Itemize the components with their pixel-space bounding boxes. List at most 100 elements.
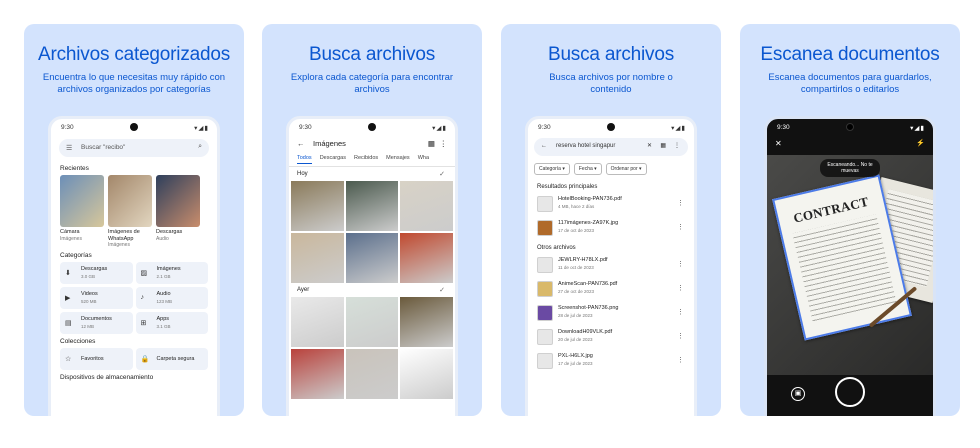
image-thumbnail[interactable] [345,233,399,283]
image-thumbnail[interactable] [291,297,344,347]
storage-heading: Dispositivos de almacenamiento [60,374,154,381]
file-row[interactable]: AnimeScan-PAN736.pdf 27 de oct de 2023 ⋮ [528,277,694,301]
category-video[interactable]: ▶ Videos 520 MB [60,287,133,309]
file-row[interactable]: JEWLRY-H78LX.pdf 11 de oct de 2023 ⋮ [528,253,694,277]
file-name: AnimeScan-PAN736.pdf [558,281,618,287]
card-subtitle: Encuentra lo que necesitas muy rápido co… [42,72,226,95]
category-image[interactable]: ▨ Imágenes 2.1 GB [135,262,208,284]
collection-star[interactable]: ☆ Favoritos [60,348,133,370]
signal-icon: ▾◢▮ [671,125,686,132]
category-apps[interactable]: ⊞ Apps 3.1 GB [135,312,208,334]
image-thumbnail[interactable] [345,349,399,399]
scanner-toolbar: ✕ ⚡ [767,135,933,155]
tab-1[interactable]: Descargas [320,155,346,164]
category-name: Apps [156,316,170,322]
clear-icon[interactable]: ✕ [647,142,652,149]
recent-folder[interactable]: Descargas Audio [156,175,200,248]
flash-off-icon[interactable]: ⚡ [916,139,925,147]
tab-0[interactable]: Todos [297,155,312,164]
filter-tabs: Todos Descargas Recibidos Mensajes Wha [289,153,455,167]
camera-hole [846,123,854,131]
tab-4[interactable]: Wha [418,155,429,164]
select-all-icon[interactable]: ✓ [439,170,445,178]
image-thumbnail[interactable] [400,233,453,283]
video-icon: ▶ [65,295,71,302]
card-title: Archivos categorizados [37,44,231,65]
recent-folder[interactable]: Cámara Imágenes [60,175,104,248]
group-label: Ayer [297,287,310,293]
more-icon[interactable]: ⋮ [674,142,680,149]
card-subtitle: Busca archivos por nombre o contenido [549,72,673,95]
file-row[interactable]: 117imágenes-ZA97K.jpg 17 de oct de 2023 ⋮ [528,216,694,240]
filter-chip[interactable]: Ordenar por ▾ [605,163,647,175]
folder-label: Imágenes de WhatsApp [108,229,140,242]
file-thumbnail [537,196,553,212]
recents-list: Cámara Imágenes Imágenes de WhatsApp Imágen… [51,175,217,248]
image-thumbnail[interactable] [400,297,453,347]
categories-grid: ⬇ Descargas 3.0 GB ▨ Imágenes 2.1 GB ▶ Videos 52… [51,262,217,334]
file-row[interactable]: Screenshot-PAN736.png 28 de jul de 2023 ⋮ [528,301,694,325]
signal-icon: ▾◢▮ [194,125,209,132]
filter-chip[interactable]: Categoría ▾ [534,163,570,175]
category-size: 2.1 GB [156,274,171,279]
image-thumbnail[interactable] [400,181,453,231]
grid-view-icon[interactable]: ▦ [660,142,666,149]
more-icon[interactable]: ⋮ [677,199,684,207]
grid-view-icon[interactable]: ▦ [428,139,435,148]
more-icon[interactable]: ⋮ [677,284,684,292]
more-icon[interactable]: ⋮ [677,332,684,340]
search-icon[interactable]: ⌕ [198,143,202,151]
gallery-icon[interactable]: ▣ [791,387,805,401]
image-thumbnail[interactable] [291,233,344,283]
shutter-button[interactable] [835,377,865,407]
folder-type: Imágenes [60,235,82,242]
image-thumbnail[interactable] [345,297,399,347]
app-bar: ← Imágenes ▦ ⋮ [289,135,455,153]
file-name: HotelBooking-PAN736.pdf [558,196,622,202]
card-title: Escanea documentos [760,44,940,65]
recent-folder[interactable]: Imágenes de WhatsApp Imágenes [108,175,152,248]
select-all-icon[interactable]: ✓ [439,286,445,294]
file-thumbnail [537,305,553,321]
file-thumbnail [537,281,553,297]
category-name: Audio [156,291,171,297]
file-meta: 20 de jul de 2023 [558,337,593,342]
file-row[interactable]: PXL-H6LX.jpg 17 de jul de 2023 ⋮ [528,349,694,373]
image-thumbnail[interactable] [291,349,344,399]
image-grid-yesterday [289,297,455,399]
menu-icon[interactable]: ☰ [66,144,72,152]
filter-chip[interactable]: Fecha ▾ [573,163,602,175]
file-row[interactable]: HotelBooking-PAN736.pdf 4 MB, hace 2 días… [528,192,694,216]
file-row[interactable]: DownloadH09VLK.pdf 20 de jul de 2023 ⋮ [528,325,694,349]
more-icon[interactable]: ⋮ [677,223,684,231]
more-icon[interactable]: ⋮ [677,260,684,268]
phone-screen: 9:30 ▾◢▮ ✕ ⚡ CONTRACT Escaneando... No t… [764,116,936,416]
image-thumbnail[interactable] [400,349,453,399]
more-icon[interactable]: ⋮ [677,308,684,316]
search-query: reserva hotel singapur [556,143,616,149]
tab-3[interactable]: Mensajes [386,155,410,164]
search-input[interactable]: ☰ Buscar "recibo" ⌕ [59,139,209,157]
phone-screen: 9:30 ▾◢▮ ☰ Buscar "recibo" ⌕ Recientes C… [48,116,220,416]
card-categorized: Archivos categorizados Encuentra lo que … [24,24,244,416]
category-doc[interactable]: ▤ Documentos 12 MB [60,312,133,334]
back-icon[interactable]: ← [541,143,547,149]
image-thumbnail[interactable] [345,181,399,231]
category-download[interactable]: ⬇ Descargas 3.0 GB [60,262,133,284]
collections-heading: Colecciones [60,338,96,345]
search-input[interactable]: ← reserva hotel singapur ✕ ▦ ⋮ [534,138,688,156]
file-thumbnail [537,220,553,236]
more-icon[interactable]: ⋮ [440,139,448,148]
category-size: 123 MB [156,299,173,304]
category-audio[interactable]: ♪ Audio 123 MB [135,287,208,309]
close-icon[interactable]: ✕ [775,139,782,148]
collection-lock[interactable]: 🔒 Carpeta segura [135,348,208,370]
category-name: Videos [81,291,98,297]
image-thumbnail[interactable] [291,181,344,231]
more-icon[interactable]: ⋮ [677,356,684,364]
back-icon[interactable]: ← [297,139,305,148]
search-placeholder: Buscar "recibo" [81,144,126,151]
page-title: Imágenes [313,139,346,148]
doc-icon: ▤ [65,320,72,327]
tab-2[interactable]: Recibidos [354,155,378,164]
